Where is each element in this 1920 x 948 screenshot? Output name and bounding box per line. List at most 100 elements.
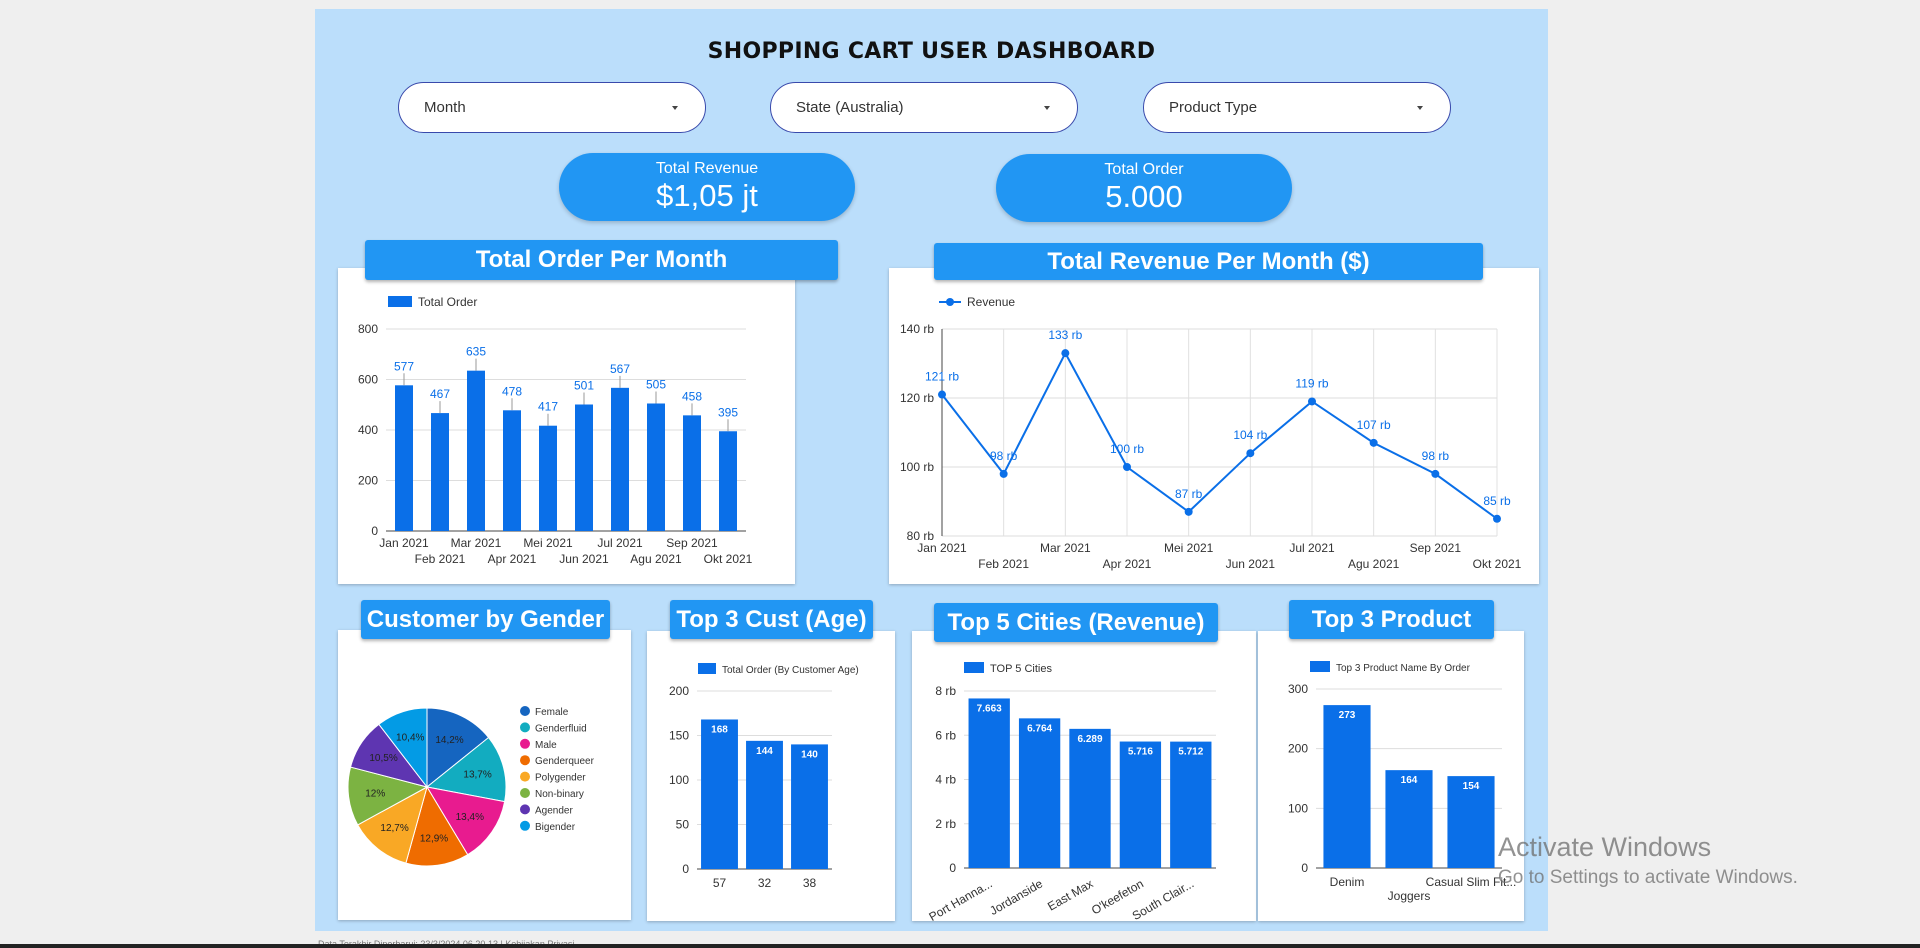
x-tick-label: Okt 2021 — [1473, 557, 1522, 571]
bar — [611, 387, 629, 531]
x-tick-label: 38 — [803, 876, 817, 890]
data-point — [1246, 449, 1255, 458]
y-tick-label: 0 — [682, 862, 689, 876]
age-panel: Total Order (By Customer Age) 0 50 100 150 20… — [647, 631, 895, 921]
data-point — [1369, 438, 1378, 447]
bar-value-label: 417 — [538, 400, 558, 414]
bar — [1119, 741, 1162, 868]
bar — [746, 740, 783, 869]
x-tick-label: Sep 2021 — [1410, 541, 1462, 555]
x-tick-label: Denim — [1330, 875, 1365, 889]
point-value-label: 98 rb — [1422, 449, 1450, 463]
x-tick-label: Mei 2021 — [1164, 541, 1214, 555]
bar-value-label: 154 — [1463, 781, 1480, 792]
bar-value-label: 501 — [574, 378, 594, 392]
order-per-month-banner: Total Order Per Month — [365, 240, 838, 280]
product-banner: Top 3 Product — [1289, 600, 1494, 639]
bar-value-label: 5.716 — [1128, 747, 1153, 758]
point-value-label: 98 rb — [990, 449, 1018, 463]
bar-value-label: 567 — [610, 362, 630, 376]
dashboard-canvas: SHOPPING CART USER DASHBOARD Month State… — [315, 9, 1548, 931]
x-tick-label: Mei 2021 — [523, 536, 573, 550]
bar — [1323, 705, 1371, 868]
x-tick-label: Jan 2021 — [917, 541, 967, 555]
total-order-label: Total Order — [1104, 161, 1184, 178]
x-tick-label: Apr 2021 — [488, 552, 537, 566]
caret-down-icon — [1417, 105, 1423, 110]
x-tick-label: Feb 2021 — [415, 552, 466, 566]
x-tick-label: Mar 2021 — [451, 536, 502, 550]
cities-banner: Top 5 Cities (Revenue) — [934, 603, 1218, 642]
point-value-label: 85 rb — [1483, 494, 1511, 508]
bar-value-label: 577 — [394, 359, 414, 373]
month-filter-label: Month — [424, 99, 466, 116]
legend-swatch — [1310, 661, 1330, 672]
x-tick-label: Okt 2021 — [704, 552, 753, 566]
x-tick-label: Jul 2021 — [597, 536, 643, 550]
bar — [719, 431, 737, 531]
total-revenue-value: $1,05 jt — [656, 178, 758, 213]
revenue-per-month-panel: Revenue 80 rb 100 rb 120 rb 140 rb 121 rb Jan … — [889, 268, 1539, 584]
x-tick-label: 32 — [758, 876, 772, 890]
point-value-label: 87 rb — [1175, 487, 1203, 501]
bar-value-label: 164 — [1401, 775, 1418, 786]
y-tick-label: 50 — [676, 818, 690, 832]
bar-value-label: 5.712 — [1178, 747, 1203, 758]
bar-value-label: 273 — [1339, 710, 1356, 721]
age-bar-chart: Total Order (By Customer Age) 0 50 100 150 20… — [669, 663, 859, 890]
legend-label: Bigender — [535, 822, 576, 833]
product-type-filter-dropdown[interactable]: Product Type — [1143, 82, 1451, 133]
data-point — [938, 390, 946, 399]
bar — [647, 403, 665, 531]
x-tick-label: Agu 2021 — [1348, 557, 1400, 571]
slice-percent-label: 13,4% — [456, 812, 484, 823]
bar — [791, 744, 828, 869]
legend-marker — [946, 298, 954, 306]
legend-swatch — [964, 662, 984, 673]
caret-down-icon — [672, 105, 678, 110]
slice-percent-label: 12,7% — [380, 823, 408, 834]
data-point — [1308, 397, 1316, 406]
bar-value-label: 478 — [502, 384, 522, 398]
point-value-label: 107 rb — [1357, 418, 1391, 432]
y-tick-label: 100 — [1288, 801, 1308, 815]
state-filter-label: State (Australia) — [796, 99, 904, 116]
bar-value-label: 505 — [646, 377, 666, 391]
bar — [503, 410, 521, 531]
x-tick-label: Mar 2021 — [1040, 541, 1091, 555]
total-revenue-card: Total Revenue $1,05 jt — [559, 153, 855, 221]
legend-swatch — [388, 296, 412, 307]
y-tick-label: 0 — [1301, 861, 1308, 875]
y-tick-label: 800 — [358, 322, 378, 336]
bar — [968, 698, 1010, 868]
total-order-card: Total Order 5.000 — [996, 154, 1292, 222]
x-tick-label: Joggers — [1388, 889, 1431, 903]
order-per-month-chart: Total Order 0 200 400 600 800 577 Jan 2021 467 Fe… — [358, 295, 753, 566]
y-tick-label: 0 — [949, 861, 956, 875]
x-tick-label: Jun 2021 — [1226, 557, 1276, 571]
month-filter-dropdown[interactable]: Month — [398, 82, 706, 133]
y-tick-label: 400 — [358, 423, 378, 437]
bar — [395, 385, 413, 531]
data-point — [1061, 349, 1070, 358]
product-bar-chart: Top 3 Product Name By Order 0 100 200 300 273… — [1288, 661, 1516, 903]
legend-marker — [520, 788, 530, 798]
bar — [1069, 728, 1111, 868]
data-point — [1493, 514, 1501, 523]
bar-value-label: 6.289 — [1077, 734, 1102, 745]
x-tick-label: Agu 2021 — [630, 552, 682, 566]
y-tick-label: 8 rb — [935, 684, 956, 698]
y-tick-label: 600 — [358, 373, 378, 387]
y-tick-label: 140 rb — [900, 322, 934, 336]
x-tick-label: Sep 2021 — [666, 536, 718, 550]
bar-value-label: 140 — [801, 749, 818, 760]
state-filter-dropdown[interactable]: State (Australia) — [770, 82, 1078, 133]
legend-label: Genderqueer — [535, 756, 595, 767]
data-point — [999, 469, 1008, 478]
bar — [1018, 718, 1061, 868]
data-point — [1123, 463, 1131, 471]
bar-value-label: 635 — [466, 345, 486, 359]
x-tick-label: East Max — [1045, 876, 1095, 913]
x-tick-label: Jun 2021 — [559, 552, 609, 566]
legend-marker — [520, 706, 530, 716]
